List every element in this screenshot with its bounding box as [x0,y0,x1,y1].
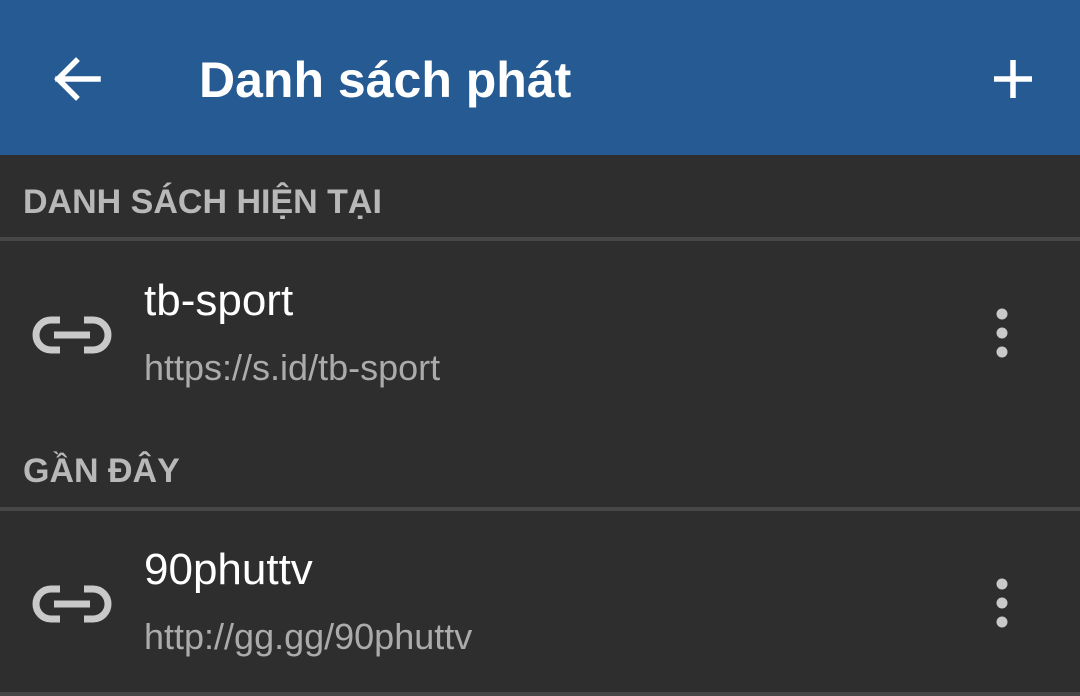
link-icon [32,585,112,623]
more-vert-icon [996,578,1008,628]
more-vert-icon [996,308,1008,358]
back-button[interactable] [40,42,114,116]
list-bottom-divider [0,692,1080,696]
link-icon [32,316,112,354]
playlist-item[interactable]: 90phuttv http://gg.gg/90phuttv [0,511,1080,681]
plus-icon [994,60,1032,98]
page-title: Danh sách phát [199,52,572,108]
playlist-item-title: tb-sport [144,276,294,325]
section-header-recent: GẦN ĐÂY [23,452,180,490]
app-bar: Danh sách phát [0,0,1080,155]
playlist-item-title: 90phuttv [144,545,313,594]
add-playlist-button[interactable] [976,42,1050,116]
arrow-left-icon [54,57,101,101]
playlist-item[interactable]: tb-sport https://s.id/tb-sport [0,241,1080,411]
section-header-current: DANH SÁCH HIỆN TẠI [23,183,382,221]
item-menu-button[interactable] [972,293,1032,373]
playlist-item-url: http://gg.gg/90phuttv [144,616,473,657]
playlist-item-url: https://s.id/tb-sport [144,347,441,388]
item-menu-button[interactable] [972,563,1032,643]
